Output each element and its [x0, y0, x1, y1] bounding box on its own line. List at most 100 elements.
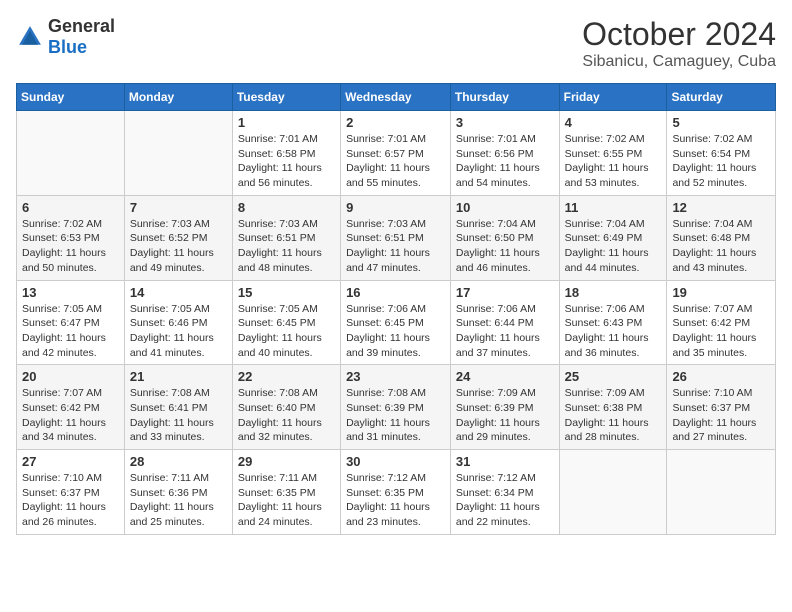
day-number: 14 [130, 285, 227, 300]
calendar-subtitle: Sibanicu, Camaguey, Cuba [582, 53, 776, 71]
day-info: Sunrise: 7:02 AMSunset: 6:54 PMDaylight:… [672, 132, 770, 191]
day-info: Sunrise: 7:04 AMSunset: 6:48 PMDaylight:… [672, 217, 770, 276]
day-number: 3 [456, 115, 554, 130]
logo-blue: Blue [48, 37, 87, 57]
day-number: 1 [238, 115, 335, 130]
day-info: Sunrise: 7:03 AMSunset: 6:51 PMDaylight:… [238, 217, 335, 276]
day-number: 7 [130, 200, 227, 215]
day-number: 5 [672, 115, 770, 130]
day-number: 11 [565, 200, 662, 215]
day-info: Sunrise: 7:10 AMSunset: 6:37 PMDaylight:… [672, 386, 770, 445]
day-info: Sunrise: 7:06 AMSunset: 6:43 PMDaylight:… [565, 302, 662, 361]
weekday-row: Sunday Monday Tuesday Wednesday Thursday… [17, 84, 776, 111]
day-info: Sunrise: 7:04 AMSunset: 6:49 PMDaylight:… [565, 217, 662, 276]
day-info: Sunrise: 7:05 AMSunset: 6:47 PMDaylight:… [22, 302, 119, 361]
day-number: 24 [456, 369, 554, 384]
calendar-cell: 13 Sunrise: 7:05 AMSunset: 6:47 PMDaylig… [17, 280, 125, 365]
calendar-cell: 2 Sunrise: 7:01 AMSunset: 6:57 PMDayligh… [341, 111, 451, 196]
day-number: 9 [346, 200, 445, 215]
header-tuesday: Tuesday [232, 84, 340, 111]
day-number: 22 [238, 369, 335, 384]
calendar-cell: 4 Sunrise: 7:02 AMSunset: 6:55 PMDayligh… [559, 111, 667, 196]
calendar-cell: 31 Sunrise: 7:12 AMSunset: 6:34 PMDaylig… [450, 450, 559, 535]
calendar-cell [17, 111, 125, 196]
calendar-cell: 9 Sunrise: 7:03 AMSunset: 6:51 PMDayligh… [341, 195, 451, 280]
day-number: 30 [346, 454, 445, 469]
day-info: Sunrise: 7:05 AMSunset: 6:46 PMDaylight:… [130, 302, 227, 361]
day-info: Sunrise: 7:08 AMSunset: 6:40 PMDaylight:… [238, 386, 335, 445]
calendar-body: 1 Sunrise: 7:01 AMSunset: 6:58 PMDayligh… [17, 111, 776, 535]
calendar-cell: 10 Sunrise: 7:04 AMSunset: 6:50 PMDaylig… [450, 195, 559, 280]
calendar-header: Sunday Monday Tuesday Wednesday Thursday… [17, 84, 776, 111]
day-number: 26 [672, 369, 770, 384]
calendar-cell: 11 Sunrise: 7:04 AMSunset: 6:49 PMDaylig… [559, 195, 667, 280]
calendar-cell: 26 Sunrise: 7:10 AMSunset: 6:37 PMDaylig… [667, 365, 776, 450]
day-number: 21 [130, 369, 227, 384]
header-saturday: Saturday [667, 84, 776, 111]
day-info: Sunrise: 7:09 AMSunset: 6:39 PMDaylight:… [456, 386, 554, 445]
day-info: Sunrise: 7:01 AMSunset: 6:56 PMDaylight:… [456, 132, 554, 191]
calendar-cell: 5 Sunrise: 7:02 AMSunset: 6:54 PMDayligh… [667, 111, 776, 196]
calendar-cell: 22 Sunrise: 7:08 AMSunset: 6:40 PMDaylig… [232, 365, 340, 450]
day-number: 25 [565, 369, 662, 384]
header-monday: Monday [124, 84, 232, 111]
day-info: Sunrise: 7:01 AMSunset: 6:57 PMDaylight:… [346, 132, 445, 191]
calendar-week-4: 27 Sunrise: 7:10 AMSunset: 6:37 PMDaylig… [17, 450, 776, 535]
calendar-cell [667, 450, 776, 535]
day-info: Sunrise: 7:12 AMSunset: 6:35 PMDaylight:… [346, 471, 445, 530]
logo: General Blue [16, 16, 115, 58]
day-info: Sunrise: 7:06 AMSunset: 6:45 PMDaylight:… [346, 302, 445, 361]
day-info: Sunrise: 7:04 AMSunset: 6:50 PMDaylight:… [456, 217, 554, 276]
day-number: 2 [346, 115, 445, 130]
day-info: Sunrise: 7:03 AMSunset: 6:52 PMDaylight:… [130, 217, 227, 276]
day-number: 29 [238, 454, 335, 469]
day-info: Sunrise: 7:01 AMSunset: 6:58 PMDaylight:… [238, 132, 335, 191]
day-number: 16 [346, 285, 445, 300]
header-thursday: Thursday [450, 84, 559, 111]
calendar-cell: 3 Sunrise: 7:01 AMSunset: 6:56 PMDayligh… [450, 111, 559, 196]
day-info: Sunrise: 7:11 AMSunset: 6:36 PMDaylight:… [130, 471, 227, 530]
calendar-cell: 19 Sunrise: 7:07 AMSunset: 6:42 PMDaylig… [667, 280, 776, 365]
logo-general: General [48, 16, 115, 36]
header-sunday: Sunday [17, 84, 125, 111]
calendar-cell: 29 Sunrise: 7:11 AMSunset: 6:35 PMDaylig… [232, 450, 340, 535]
calendar-cell: 23 Sunrise: 7:08 AMSunset: 6:39 PMDaylig… [341, 365, 451, 450]
day-number: 17 [456, 285, 554, 300]
calendar-cell: 21 Sunrise: 7:08 AMSunset: 6:41 PMDaylig… [124, 365, 232, 450]
calendar-cell: 16 Sunrise: 7:06 AMSunset: 6:45 PMDaylig… [341, 280, 451, 365]
day-number: 13 [22, 285, 119, 300]
day-info: Sunrise: 7:08 AMSunset: 6:41 PMDaylight:… [130, 386, 227, 445]
day-number: 20 [22, 369, 119, 384]
day-number: 8 [238, 200, 335, 215]
day-number: 19 [672, 285, 770, 300]
calendar-cell: 6 Sunrise: 7:02 AMSunset: 6:53 PMDayligh… [17, 195, 125, 280]
calendar-cell: 24 Sunrise: 7:09 AMSunset: 6:39 PMDaylig… [450, 365, 559, 450]
calendar-cell [559, 450, 667, 535]
day-info: Sunrise: 7:08 AMSunset: 6:39 PMDaylight:… [346, 386, 445, 445]
day-info: Sunrise: 7:02 AMSunset: 6:55 PMDaylight:… [565, 132, 662, 191]
day-number: 10 [456, 200, 554, 215]
header-friday: Friday [559, 84, 667, 111]
calendar-week-2: 13 Sunrise: 7:05 AMSunset: 6:47 PMDaylig… [17, 280, 776, 365]
calendar-cell: 28 Sunrise: 7:11 AMSunset: 6:36 PMDaylig… [124, 450, 232, 535]
day-number: 31 [456, 454, 554, 469]
calendar-cell: 25 Sunrise: 7:09 AMSunset: 6:38 PMDaylig… [559, 365, 667, 450]
logo-text: General Blue [48, 16, 115, 58]
calendar-cell: 17 Sunrise: 7:06 AMSunset: 6:44 PMDaylig… [450, 280, 559, 365]
day-info: Sunrise: 7:07 AMSunset: 6:42 PMDaylight:… [22, 386, 119, 445]
calendar-cell: 8 Sunrise: 7:03 AMSunset: 6:51 PMDayligh… [232, 195, 340, 280]
day-info: Sunrise: 7:05 AMSunset: 6:45 PMDaylight:… [238, 302, 335, 361]
calendar-cell: 18 Sunrise: 7:06 AMSunset: 6:43 PMDaylig… [559, 280, 667, 365]
calendar-cell: 7 Sunrise: 7:03 AMSunset: 6:52 PMDayligh… [124, 195, 232, 280]
calendar-cell: 14 Sunrise: 7:05 AMSunset: 6:46 PMDaylig… [124, 280, 232, 365]
day-info: Sunrise: 7:03 AMSunset: 6:51 PMDaylight:… [346, 217, 445, 276]
day-number: 23 [346, 369, 445, 384]
calendar-cell: 12 Sunrise: 7:04 AMSunset: 6:48 PMDaylig… [667, 195, 776, 280]
day-number: 18 [565, 285, 662, 300]
calendar-cell: 30 Sunrise: 7:12 AMSunset: 6:35 PMDaylig… [341, 450, 451, 535]
day-number: 4 [565, 115, 662, 130]
day-info: Sunrise: 7:06 AMSunset: 6:44 PMDaylight:… [456, 302, 554, 361]
calendar-week-3: 20 Sunrise: 7:07 AMSunset: 6:42 PMDaylig… [17, 365, 776, 450]
header-wednesday: Wednesday [341, 84, 451, 111]
page-header: General Blue October 2024 Sibanicu, Cama… [16, 16, 776, 71]
